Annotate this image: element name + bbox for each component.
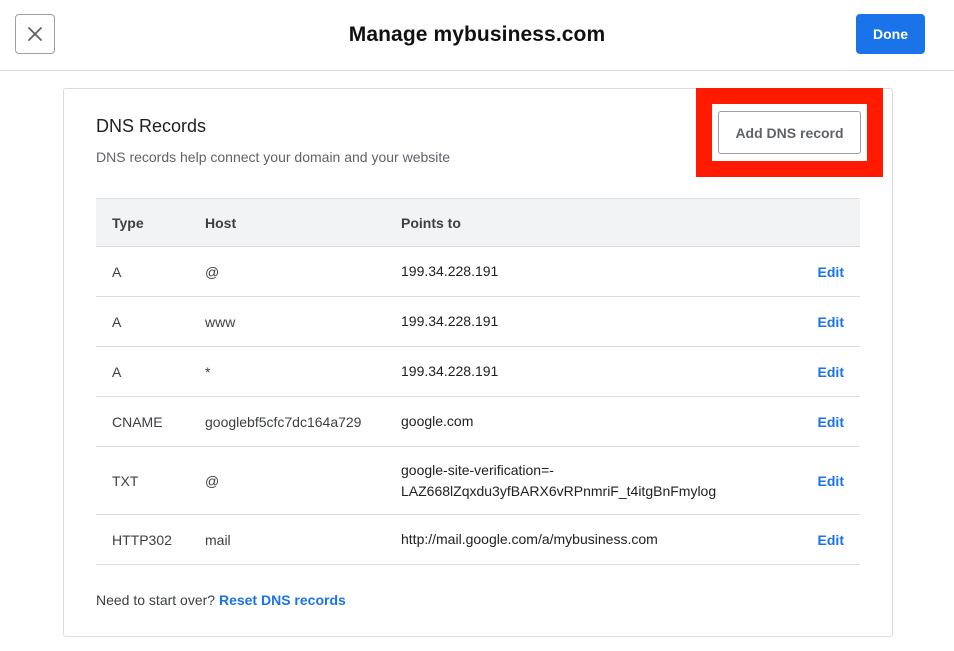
- txt-value-line-2: LAZ668lZqxdu3yfBARX6vRPnmriF_t4itgBnFmyl…: [401, 482, 717, 499]
- start-over-prompt: Need to start over?: [96, 592, 216, 608]
- edit-link[interactable]: Edit: [818, 414, 844, 430]
- edit-link[interactable]: Edit: [818, 532, 844, 548]
- record-type: HTTP302: [96, 514, 189, 565]
- dns-records-table: Type Host Points to A @ 199.34.228.191 E…: [96, 198, 860, 565]
- table-row: HTTP302 mail http://mail.google.com/a/my…: [96, 514, 860, 565]
- table-row: TXT @ google-site-verification=- LAZ668lZ…: [96, 446, 860, 515]
- record-host: googlebf5cfc7dc164a729: [189, 396, 385, 447]
- add-dns-record-button[interactable]: Add DNS record: [718, 111, 861, 154]
- record-points-to: google.com: [385, 396, 785, 447]
- dns-records-title: DNS Records: [96, 116, 207, 136]
- page-title: Manage mybusiness.com: [348, 23, 606, 46]
- record-type: CNAME: [96, 396, 189, 447]
- record-points-to: google-site-verification=- LAZ668lZqxdu3y…: [385, 446, 785, 515]
- edit-link[interactable]: Edit: [818, 264, 844, 280]
- record-type: TXT: [96, 446, 189, 515]
- dns-records-subtitle: DNS records help connect your domain and…: [96, 149, 451, 165]
- done-button[interactable]: Done: [856, 14, 925, 54]
- record-points-to: http://mail.google.com/a/mybusiness.com: [385, 514, 785, 565]
- footer: Need to start over? Reset DNS records: [96, 592, 346, 608]
- edit-link[interactable]: Edit: [818, 473, 844, 489]
- column-header-host: Host: [189, 198, 385, 247]
- table-row: CNAME googlebf5cfc7dc164a729 google.com …: [96, 396, 860, 447]
- record-host: @: [189, 246, 385, 297]
- record-host: www: [189, 296, 385, 347]
- record-type: A: [96, 246, 189, 297]
- column-header-actions: [785, 198, 860, 247]
- record-type: A: [96, 296, 189, 347]
- top-bar: Manage mybusiness.com Done: [0, 0, 954, 71]
- table-row: A @ 199.34.228.191 Edit: [96, 246, 860, 297]
- record-host: @: [189, 446, 385, 515]
- reset-dns-records-link[interactable]: Reset DNS records: [219, 592, 346, 608]
- record-host: mail: [189, 514, 385, 565]
- column-header-points-to: Points to: [385, 198, 785, 247]
- record-points-to: 199.34.228.191: [385, 296, 785, 347]
- record-points-to: 199.34.228.191: [385, 346, 785, 397]
- record-points-to: 199.34.228.191: [385, 246, 785, 297]
- table-header-row: Type Host Points to: [96, 198, 860, 247]
- column-header-type: Type: [96, 198, 189, 247]
- edit-link[interactable]: Edit: [818, 364, 844, 380]
- table-row: A www 199.34.228.191 Edit: [96, 296, 860, 347]
- table-row: A * 199.34.228.191 Edit: [96, 346, 860, 397]
- record-type: A: [96, 346, 189, 397]
- edit-link[interactable]: Edit: [818, 314, 844, 330]
- txt-value-line-1: google-site-verification=-: [401, 461, 554, 478]
- record-host: *: [189, 346, 385, 397]
- dns-records-card: DNS Records DNS records help connect you…: [63, 88, 893, 637]
